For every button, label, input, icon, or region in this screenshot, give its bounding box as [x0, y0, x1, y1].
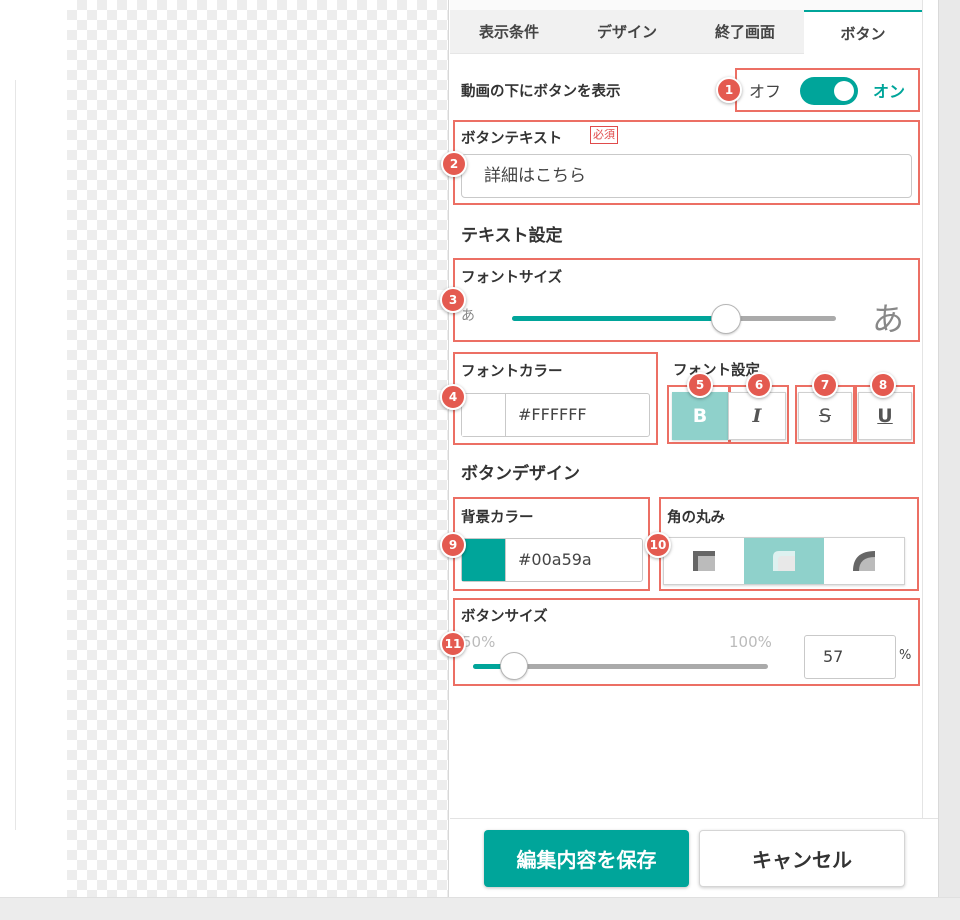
corner-round-button[interactable] — [824, 538, 904, 584]
button-design-heading: ボタンデザイン — [461, 464, 580, 484]
tab-design[interactable]: デザイン — [568, 10, 686, 54]
corner-radius-options — [663, 537, 905, 585]
corner-radius-label: 角の丸み — [667, 510, 725, 526]
tab-end-screen[interactable]: 終了画面 — [686, 10, 804, 54]
button-size-slider-knob[interactable] — [500, 652, 528, 680]
italic-button[interactable]: I — [728, 392, 786, 440]
toggle-on-label[interactable]: オン — [873, 78, 905, 102]
annotation-badge-3: 3 — [440, 287, 466, 313]
font-color-label: フォントカラー — [461, 364, 563, 380]
square-corner-icon — [693, 551, 715, 571]
font-color-value[interactable]: #FFFFFF — [506, 394, 587, 436]
annotation-badge-7: 7 — [812, 372, 838, 398]
bg-color-swatch[interactable] — [462, 539, 506, 581]
bg-color-field[interactable]: #00a59a — [461, 538, 643, 582]
annotation-badge-4: 4 — [440, 384, 466, 410]
corner-square-button[interactable] — [664, 538, 744, 584]
panel-right-gutter — [938, 0, 960, 897]
font-style-label: フォント設定 — [673, 363, 760, 379]
annotation-badge-11: 11 — [440, 631, 466, 657]
annotation-badge-6: 6 — [746, 372, 772, 398]
settings-tabs: 表示条件 デザイン 終了画面 ボタン — [450, 0, 922, 54]
show-button-label: 動画の下にボタンを表示 — [461, 84, 621, 100]
text-settings-heading: テキスト設定 — [461, 226, 563, 246]
button-size-max-label: 100% — [729, 633, 772, 651]
button-size-label: ボタンサイズ — [461, 609, 548, 625]
rounded-corner-icon — [773, 551, 795, 571]
bg-color-value[interactable]: #00a59a — [506, 539, 592, 581]
bold-button[interactable]: B — [672, 392, 728, 440]
tab-button[interactable]: ボタン — [804, 10, 922, 54]
font-size-slider-knob[interactable] — [711, 304, 741, 334]
annotation-badge-2: 2 — [441, 151, 467, 177]
preview-edge — [0, 80, 16, 830]
annotation-badge-10: 10 — [645, 532, 671, 558]
corner-rounded-button[interactable] — [744, 538, 824, 584]
button-text-label: ボタンテキスト — [461, 131, 563, 147]
toggle-knob — [834, 81, 854, 101]
window-bottom-edge — [0, 897, 960, 920]
cancel-button[interactable]: キャンセル — [699, 830, 905, 887]
show-button-toggle[interactable] — [800, 77, 858, 105]
button-text-input[interactable]: 詳細はこちら — [461, 154, 912, 198]
underline-button[interactable]: U — [858, 392, 912, 440]
font-color-swatch[interactable] — [462, 394, 506, 436]
annotation-badge-9: 9 — [440, 532, 466, 558]
strikethrough-button[interactable]: S — [798, 392, 852, 440]
bg-color-label: 背景カラー — [461, 510, 534, 526]
round-corner-icon — [853, 551, 875, 571]
annotation-badge-5: 5 — [687, 372, 713, 398]
font-color-field[interactable]: #FFFFFF — [461, 393, 650, 437]
font-size-label: フォントサイズ — [461, 270, 563, 286]
save-button[interactable]: 編集内容を保存 — [484, 830, 689, 887]
scrollbar-track[interactable] — [922, 0, 923, 818]
annotation-badge-1: 1 — [716, 77, 742, 103]
tab-display-conditions[interactable]: 表示条件 — [450, 10, 568, 54]
button-size-input[interactable]: 57 — [804, 635, 896, 679]
font-size-large-glyph: あ — [872, 300, 905, 338]
button-size-min-label: 50% — [462, 633, 496, 651]
toggle-off-label[interactable]: オフ — [749, 78, 781, 102]
transparent-preview-area — [67, 0, 448, 897]
required-badge: 必須 — [590, 126, 618, 144]
button-size-unit: % — [899, 648, 912, 663]
font-size-slider-fill — [512, 316, 726, 321]
annotation-badge-8: 8 — [870, 372, 896, 398]
